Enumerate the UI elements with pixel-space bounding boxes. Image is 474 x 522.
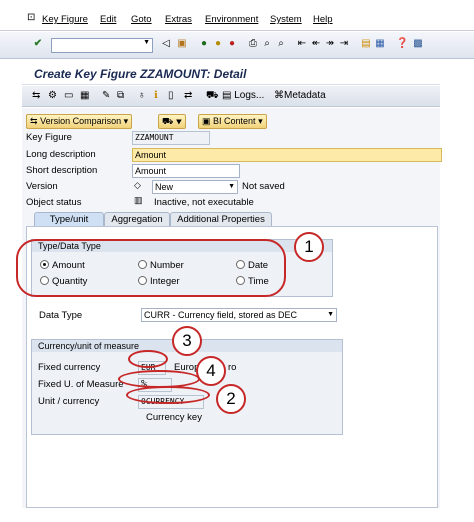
enter-icon[interactable]: ✔ xyxy=(32,38,44,50)
menu-icon[interactable]: ⊡ xyxy=(27,12,35,23)
callout-3: 3 xyxy=(172,326,202,356)
version-value: New xyxy=(155,182,174,192)
data-type-value: CURR - Currency field, stored as DEC xyxy=(144,310,298,320)
chevron-down-icon[interactable]: ▼ xyxy=(143,39,150,46)
check-icon[interactable]: ⚙ xyxy=(48,90,57,102)
save-icon[interactable]: ▣ xyxy=(176,38,188,50)
back-arrow-icon[interactable]: ◁ xyxy=(160,38,172,50)
short-description-label: Short description xyxy=(26,165,98,176)
title-bar: Create Key Figure ZZAMOUNT: Detail xyxy=(22,62,440,85)
menu-edit[interactable]: Edit xyxy=(100,14,116,25)
highlight-type-group xyxy=(16,239,286,297)
menu-goto[interactable]: Goto xyxy=(131,14,152,25)
layout-icon[interactable]: ▩ xyxy=(412,38,424,50)
next-page-icon[interactable]: ↠ xyxy=(324,38,336,50)
unit-currency-text: Currency key xyxy=(146,412,202,423)
key-figure-field: ZZAMOUNT xyxy=(132,131,210,145)
edit-icon[interactable]: ✎ xyxy=(102,90,110,102)
cancel-icon[interactable]: ● xyxy=(226,38,238,50)
bi-content-button[interactable]: ▣ BI Content ▾ xyxy=(198,114,267,129)
logs-label: Logs... xyxy=(234,90,265,101)
fixed-currency-label: Fixed currency xyxy=(38,362,101,373)
table-icon[interactable]: ▦ xyxy=(80,90,89,102)
version-select[interactable]: New ▼ xyxy=(152,180,238,194)
copy-icon[interactable]: ⧉ xyxy=(117,90,124,102)
menu-environment[interactable]: Environment xyxy=(205,14,258,25)
logs-button[interactable]: ▤ Logs... xyxy=(222,90,264,102)
exit-icon[interactable]: ● xyxy=(212,38,224,50)
find-next-icon[interactable]: ⌕ xyxy=(275,38,287,50)
fixed-currency-text-tail: ro xyxy=(228,362,237,373)
object-status-label: Object status xyxy=(26,197,82,208)
prev-page-icon[interactable]: ↞ xyxy=(310,38,322,50)
callout-1: 1 xyxy=(294,232,324,262)
version-status: Not saved xyxy=(242,181,285,192)
menu-help[interactable]: Help xyxy=(313,14,333,25)
print-icon[interactable]: ⎙ xyxy=(247,38,259,50)
bi-content-icon: ▣ xyxy=(202,116,211,126)
version-diamond-icon: ◇ xyxy=(134,180,141,190)
info-icon[interactable]: ℹ xyxy=(154,90,158,102)
long-description-label: Long description xyxy=(26,149,96,160)
back-icon[interactable]: ● xyxy=(198,38,210,50)
data-type-label: Data Type xyxy=(39,310,83,321)
chevron-down-icon[interactable]: ▼ xyxy=(228,181,235,193)
version-comparison-label: Version Comparison xyxy=(40,116,122,126)
version-comparison-button[interactable]: ⇆ Version Comparison ▾ xyxy=(26,114,133,129)
version-label: Version xyxy=(26,181,58,192)
version-comparison-icon: ⇆ xyxy=(30,116,38,126)
truck-icon: ⛟ xyxy=(162,116,174,126)
chevron-down-icon[interactable]: ▼ xyxy=(327,309,334,321)
long-description-field[interactable]: Amount xyxy=(132,148,442,162)
shortcut-icon[interactable]: ▦ xyxy=(374,38,386,50)
menu-key-figure[interactable]: Key Figure xyxy=(42,14,88,25)
logs-icon: ▤ xyxy=(222,90,232,101)
metadata-label: Metadata xyxy=(284,90,326,101)
first-page-icon[interactable]: ⇤ xyxy=(296,38,308,50)
key-figure-label: Key Figure xyxy=(26,132,72,143)
standard-toolbar: ✔ ▼ ◁ ▣ ● ● ● ⎙ ⌕ ⌕ ⇤ ↞ ↠ ⇥ ▤ ▦ ❓ ▩ xyxy=(0,32,474,59)
bi-content-label: BI Content xyxy=(213,116,256,126)
last-page-icon[interactable]: ⇥ xyxy=(338,38,350,50)
menu-bar: ⊡ Key Figure Edit Goto Extras Environmen… xyxy=(0,0,474,31)
hierarchy-icon[interactable]: ♁ xyxy=(138,90,146,102)
page-title: Create Key Figure ZZAMOUNT: Detail xyxy=(34,67,247,81)
application-toolbar: ⇆ ⚙ ▭ ▦ ✎ ⧉ ♁ ℹ ▯ ⇄ ⛟ ▤ Logs... ⌘Metadat… xyxy=(22,86,440,107)
callout-4: 4 xyxy=(196,356,226,386)
transport-icon[interactable]: ⛟ xyxy=(206,90,219,102)
fixed-uom-label: Fixed U. of Measure xyxy=(38,379,124,390)
tab-aggregation[interactable]: Aggregation xyxy=(104,212,170,227)
callout-2: 2 xyxy=(216,384,246,414)
new-session-icon[interactable]: ▤ xyxy=(360,38,372,50)
menu-system[interactable]: System xyxy=(270,14,302,25)
highlight-unit-currency xyxy=(126,386,210,404)
object-status-value: Inactive, not executable xyxy=(154,197,254,208)
metadata-button[interactable]: ⌘Metadata xyxy=(274,90,326,102)
help-icon[interactable]: ❓ xyxy=(396,38,408,50)
short-description-field[interactable]: Amount xyxy=(132,164,240,178)
tab-type-unit[interactable]: Type/unit xyxy=(34,212,104,227)
metadata-icon: ⌘ xyxy=(274,90,284,101)
document-icon[interactable]: ▯ xyxy=(168,90,174,102)
transport-button[interactable]: ⛟ ▾ xyxy=(158,114,186,129)
switch-icon[interactable]: ⇆ xyxy=(32,90,40,102)
detail-content: ⇆ Version Comparison ▾ ⛟ ▾ ▣ BI Content … xyxy=(22,108,442,508)
data-type-select[interactable]: CURR - Currency field, stored as DEC ▼ xyxy=(141,308,337,322)
status-icon: ▥ xyxy=(134,195,143,205)
command-field[interactable]: ▼ xyxy=(51,38,153,53)
find-icon[interactable]: ⌕ xyxy=(261,38,273,50)
unit-currency-label: Unit / currency xyxy=(38,396,100,407)
highlight-fixed-currency xyxy=(128,350,168,368)
menu-extras[interactable]: Extras xyxy=(165,14,192,25)
where-used-icon[interactable]: ⇄ xyxy=(184,90,192,102)
tab-additional-properties[interactable]: Additional Properties xyxy=(170,212,272,227)
display-icon[interactable]: ▭ xyxy=(64,90,73,102)
